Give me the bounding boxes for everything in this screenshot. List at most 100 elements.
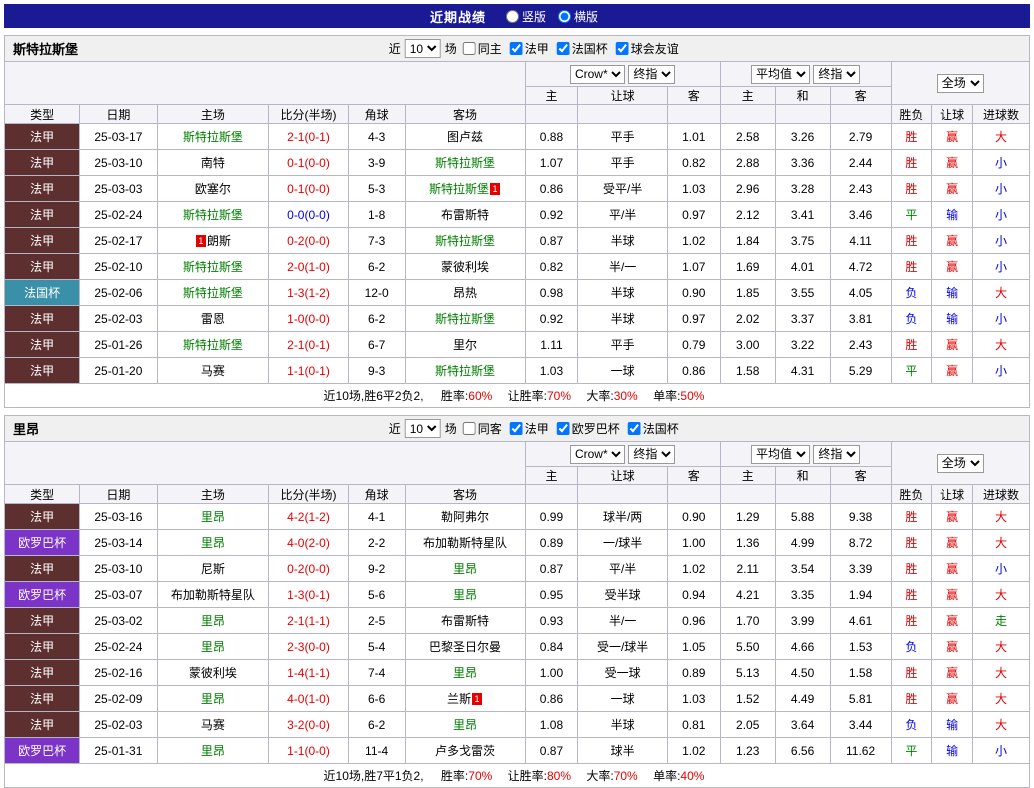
away-team-cell: 昂热 xyxy=(404,279,526,306)
header-empty-cell xyxy=(4,61,526,105)
summary-row: 近10场,胜6平2负2, 胜率:60% 让胜率:70% 大率:30% 单率:50… xyxy=(4,383,1030,408)
handicap-result-cell: 赢 xyxy=(931,123,973,150)
matches-tbody: 法甲 25-03-17 斯特拉斯堡 2-1(0-1) 4-3 图卢兹 0.88 平手 1.01 2… xyxy=(3,123,1031,384)
vertical-layout-radio[interactable] xyxy=(505,9,519,23)
goals-col: 进球数 xyxy=(971,484,1031,504)
league-filter-checkbox[interactable] xyxy=(556,422,570,435)
full-match-header: 全场 xyxy=(890,441,1031,485)
euro-away-odds-cell: 4.61 xyxy=(829,607,892,634)
recent-count-select[interactable]: 10 xyxy=(404,39,441,58)
league-filter[interactable]: 法甲 xyxy=(509,420,549,437)
asian-home-odds-cell: 1.11 xyxy=(524,331,579,358)
team-name: 斯特拉斯堡 xyxy=(435,156,496,170)
team-name: 南特 xyxy=(200,156,225,170)
team-name: 里尔 xyxy=(453,338,478,352)
euro-home-odds-cell: 1.58 xyxy=(719,357,776,384)
team-name: 里昂 xyxy=(200,614,225,628)
away-team-cell: 斯特拉斯堡 xyxy=(404,149,526,176)
goals-result-cell: 大 xyxy=(971,123,1031,150)
win-result-cell: 平 xyxy=(890,357,933,384)
asian-away-odds-cell: 1.02 xyxy=(666,227,721,254)
euro-home-odds-cell: 2.12 xyxy=(719,201,776,228)
league-filter-checkbox[interactable] xyxy=(615,42,629,55)
league-filter-checkbox[interactable] xyxy=(509,422,523,435)
handicap-result-cell: 赢 xyxy=(931,555,973,582)
league-filter-checkbox[interactable] xyxy=(556,42,570,55)
asian-home-odds-cell: 1.08 xyxy=(524,711,579,738)
home-team-cell: 尼斯 xyxy=(156,555,270,582)
handicap-cell: 受平/半 xyxy=(577,175,668,202)
horizontal-layout-radio[interactable] xyxy=(558,9,571,23)
home-col: 主场 xyxy=(156,484,270,504)
euro-company-select[interactable]: 平均值 xyxy=(751,64,810,84)
handicap-cell: 平/半 xyxy=(577,555,668,582)
euro-company-select[interactable]: 平均值 xyxy=(751,444,810,464)
handicap-cell: 一球 xyxy=(577,357,668,384)
goals-result-cell: 小 xyxy=(971,737,1031,764)
asian-final-select[interactable]: 终指 xyxy=(628,444,676,464)
team-name: 图卢兹 xyxy=(447,130,484,144)
team-name: 马赛 xyxy=(200,718,225,732)
asian-home-odds-cell: 0.93 xyxy=(524,607,579,634)
league-filter-checkbox[interactable] xyxy=(509,42,523,55)
euro-away-odds-cell: 9.38 xyxy=(829,503,892,530)
corner-cell: 4-1 xyxy=(347,503,406,530)
asian-final-select[interactable]: 终指 xyxy=(628,64,676,84)
asian-home-odds-cell: 0.87 xyxy=(524,227,579,254)
league-filter[interactable]: 球会友谊 xyxy=(615,40,679,57)
vertical-layout-option[interactable]: 竖版 xyxy=(505,8,546,25)
league-filter[interactable]: 法国杯 xyxy=(627,420,679,437)
euro-home-odds-cell: 2.58 xyxy=(719,123,776,150)
euro-away-odds-cell: 2.79 xyxy=(829,123,892,150)
league-filter[interactable]: 欧罗巴杯 xyxy=(556,420,620,437)
win-result-cell: 平 xyxy=(890,737,933,764)
league-filter-label: 法国杯 xyxy=(571,42,608,56)
corner-cell: 12-0 xyxy=(347,279,406,306)
euro-away-odds-cell: 4.72 xyxy=(829,253,892,280)
team-name: 里昂 xyxy=(200,510,225,524)
asian-away-odds-cell: 1.02 xyxy=(666,555,721,582)
handicap-cell: 球半/两 xyxy=(577,503,668,530)
type-col: 类型 xyxy=(3,104,81,124)
asian-away-odds-cell: 1.03 xyxy=(666,175,721,202)
match-date-cell: 25-01-20 xyxy=(79,357,158,384)
same-venue-filter[interactable]: 同客 xyxy=(462,420,502,437)
full-match-select[interactable]: 全场 xyxy=(936,73,984,93)
corner-cell: 6-7 xyxy=(347,331,406,358)
filter-bar: 近 10 场 同主 法甲 法国杯 球会友谊 xyxy=(387,39,683,58)
team-name: 斯特拉斯堡 xyxy=(435,364,496,378)
match-row: 法甲 25-03-10 尼斯 0-2(0-0) 9-2 里昂 0.87 平/半 1.02 2.11… xyxy=(3,555,1031,582)
team-name: 斯特拉斯堡 xyxy=(182,130,243,144)
home-team-cell: 蒙彼利埃 xyxy=(156,659,270,686)
summary-record: 近10场,胜7平1负2, xyxy=(323,769,424,783)
match-row: 法甲 25-03-17 斯特拉斯堡 2-1(0-1) 4-3 图卢兹 0.88 平手 1.01 2… xyxy=(3,123,1031,150)
euro-final-select[interactable]: 终指 xyxy=(813,64,861,84)
match-row: 法甲 25-02-03 雷恩 1-0(0-0) 6-2 斯特拉斯堡 0.92 半球 0.97 2.… xyxy=(3,305,1031,332)
horizontal-layout-option[interactable]: 横版 xyxy=(558,8,598,25)
euro-away-odds-cell: 1.53 xyxy=(829,633,892,660)
goals-result-cell: 小 xyxy=(971,555,1031,582)
same-venue-checkbox[interactable] xyxy=(462,422,476,435)
asian-company-select[interactable]: Crow* xyxy=(569,64,625,84)
league-filter[interactable]: 法国杯 xyxy=(556,40,608,57)
away-col: 客场 xyxy=(404,104,526,124)
team-name: 里昂 xyxy=(200,640,225,654)
near-label: 近 xyxy=(388,42,401,56)
header-empty-cell xyxy=(666,484,721,504)
handicap-result-cell: 输 xyxy=(931,201,973,228)
handicap-result-cell: 赢 xyxy=(931,659,973,686)
score-cell: 4-2(1-2) xyxy=(268,503,349,530)
euro-draw-odds-cell: 3.64 xyxy=(774,711,831,738)
league-filter-checkbox[interactable] xyxy=(627,422,641,435)
full-match-select[interactable]: 全场 xyxy=(936,453,984,473)
same-venue-checkbox[interactable] xyxy=(462,42,476,55)
recent-count-select[interactable]: 10 xyxy=(404,419,441,438)
asian-company-select[interactable]: Crow* xyxy=(569,444,625,464)
euro-final-select[interactable]: 终指 xyxy=(813,444,861,464)
league-type-cell: 法甲 xyxy=(3,175,81,202)
euro-away-odds-cell: 2.43 xyxy=(829,331,892,358)
same-venue-filter[interactable]: 同主 xyxy=(462,40,502,57)
header-empty-cell xyxy=(524,484,579,504)
euro-away-odds-cell: 4.05 xyxy=(829,279,892,306)
league-filter[interactable]: 法甲 xyxy=(509,40,549,57)
